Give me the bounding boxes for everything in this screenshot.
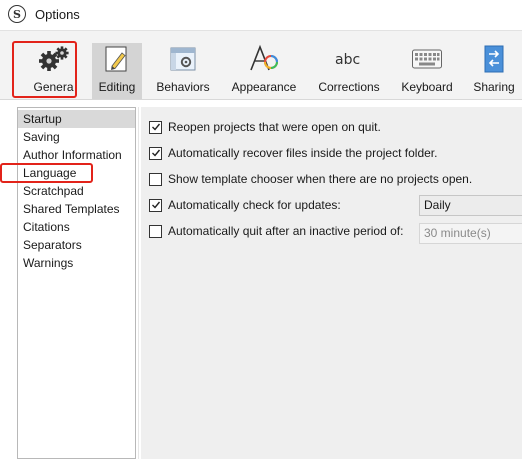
tab-editing[interactable]: Editing [92,43,142,99]
preferences-toolbar: Genera Editing Behaviors Appearance abc … [0,30,522,100]
sidebar-item-warnings[interactable]: Warnings [18,254,135,272]
recover-files-checkbox[interactable] [149,146,162,160]
font-color-icon [247,43,281,75]
tab-sharing-label: Sharing [473,80,515,94]
startup-settings-panel: Reopen projects that were open on quit. … [141,107,522,459]
category-list: Startup Saving Author Information Langua… [17,107,136,459]
option-auto-quit[interactable]: Automatically quit after an inactive per… [149,223,403,239]
svg-text:abc: abc [335,52,360,68]
sidebar-item-separators[interactable]: Separators [18,236,135,254]
pane-divider [138,107,139,459]
template-chooser-checkbox[interactable] [149,172,162,186]
abc-icon: abc [332,43,366,75]
title-bar: S Options [0,0,522,30]
tab-keyboard-label: Keyboard [401,80,453,94]
sharing-icon [477,43,511,75]
pencil-icon [100,43,134,75]
tab-behaviors-label: Behaviors [156,80,210,94]
sidebar-item-citations[interactable]: Citations [18,218,135,236]
option-check-updates[interactable]: Automatically check for updates: [149,197,341,213]
auto-quit-label: Automatically quit after an inactive per… [168,224,404,238]
sidebar-item-startup[interactable]: Startup [18,110,135,128]
reopen-projects-checkbox[interactable] [149,120,162,134]
sidebar-item-language[interactable]: Language [18,164,135,182]
tab-behaviors[interactable]: Behaviors [152,43,214,99]
window-gear-icon [166,43,200,75]
recover-files-label: Automatically recover files inside the p… [168,146,438,160]
tab-general-label: Genera [33,80,74,94]
tab-appearance-label: Appearance [231,80,297,94]
tab-appearance[interactable]: Appearance [228,43,300,99]
reopen-projects-label: Reopen projects that were open on quit. [168,120,381,134]
app-logo-icon: S [8,5,26,23]
tab-corrections-label: Corrections [318,80,380,94]
check-updates-checkbox[interactable] [149,198,162,212]
keyboard-icon [410,43,444,75]
template-chooser-label: Show template chooser when there are no … [168,172,473,186]
window-title: Options [35,7,80,22]
tab-sharing[interactable]: Sharing [470,43,518,99]
gear-icon [37,43,71,75]
sidebar-item-scratchpad[interactable]: Scratchpad [18,182,135,200]
sidebar-item-author-information[interactable]: Author Information [18,146,135,164]
update-frequency-select[interactable]: Daily [419,195,522,216]
tab-editing-label: Editing [98,80,136,94]
auto-quit-checkbox[interactable] [149,224,162,238]
option-template-chooser[interactable]: Show template chooser when there are no … [149,171,472,187]
sidebar-item-saving[interactable]: Saving [18,128,135,146]
tab-corrections[interactable]: abc Corrections [314,43,384,99]
tab-general[interactable]: Genera [28,43,79,99]
check-updates-label: Automatically check for updates: [168,198,341,212]
option-recover-files[interactable]: Automatically recover files inside the p… [149,145,437,161]
option-reopen-projects[interactable]: Reopen projects that were open on quit. [149,119,381,135]
tab-keyboard[interactable]: Keyboard [398,43,456,99]
quit-period-select[interactable]: 30 minute(s) [419,223,522,244]
sidebar-item-shared-templates[interactable]: Shared Templates [18,200,135,218]
